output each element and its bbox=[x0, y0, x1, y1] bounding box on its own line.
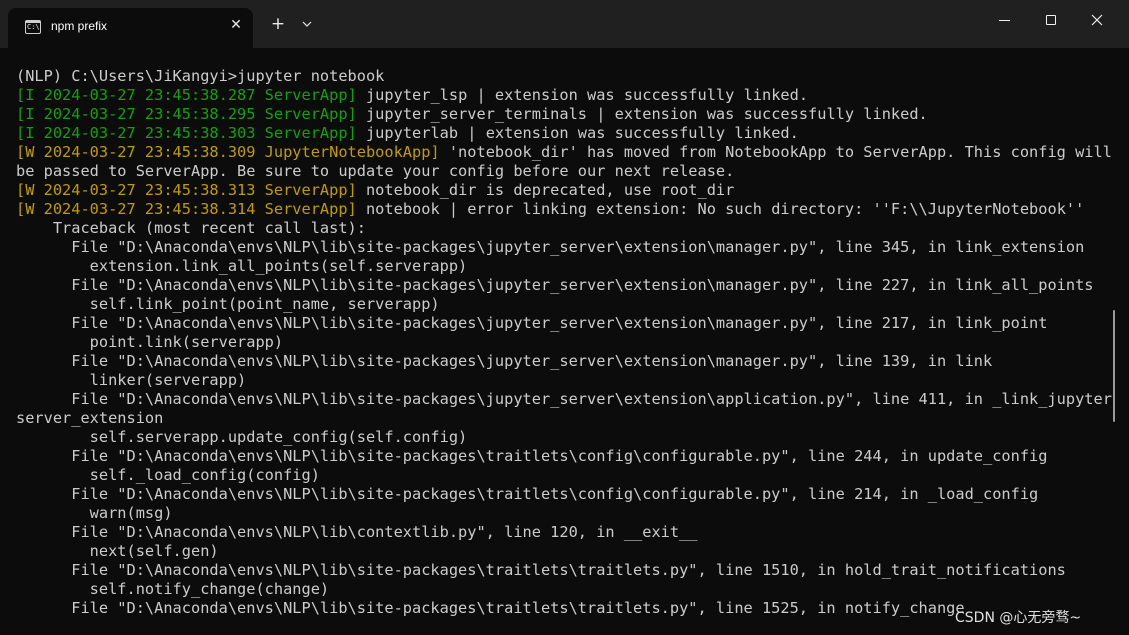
log-message: 'notebook_dir' has moved from NotebookAp… bbox=[439, 143, 1112, 161]
terminal-line: (NLP) C:\Users\JiKangyi>jupyter notebook bbox=[16, 67, 385, 85]
minimize-icon bbox=[999, 20, 1010, 21]
log-prefix: [W 2024-03-27 23:45:38.313 ServerApp] bbox=[16, 181, 357, 199]
title-bar: C:\ npm prefix ✕ + bbox=[0, 0, 1129, 48]
terminal-line: File "D:\Anaconda\envs\NLP\lib\site-pack… bbox=[16, 485, 1039, 503]
tab-npm-prefix[interactable]: C:\ npm prefix ✕ bbox=[8, 8, 253, 48]
terminal-line: [I 2024-03-27 23:45:38.295 ServerApp] ju… bbox=[16, 105, 1112, 124]
log-message: notebook_dir is deprecated, use root_dir bbox=[356, 181, 735, 199]
terminal-line: self._load_config(config) bbox=[16, 466, 320, 484]
log-prefix: [W 2024-03-27 23:45:38.314 ServerApp] bbox=[16, 200, 357, 218]
terminal-line: next(self.gen) bbox=[16, 542, 219, 560]
terminal-line: File "D:\Anaconda\envs\NLP\lib\site-pack… bbox=[16, 390, 1112, 408]
terminal-line: File "D:\Anaconda\envs\NLP\lib\site-pack… bbox=[16, 561, 1066, 579]
terminal-line: [W 2024-03-27 23:45:38.309 JupyterNotebo… bbox=[16, 143, 1112, 162]
terminal-line: File "D:\Anaconda\envs\NLP\lib\site-pack… bbox=[16, 447, 1048, 465]
terminal-line: be passed to ServerApp. Be sure to updat… bbox=[16, 162, 735, 180]
new-tab-button[interactable]: + bbox=[268, 14, 288, 34]
terminal-line: [W 2024-03-27 23:45:38.314 ServerApp] no… bbox=[16, 200, 1112, 219]
log-message: notebook | error linking extension: No s… bbox=[356, 200, 1085, 218]
terminal-line: server_extension bbox=[16, 409, 164, 427]
terminal-line: File "D:\Anaconda\envs\NLP\lib\contextli… bbox=[16, 523, 698, 541]
close-window-button[interactable] bbox=[1074, 0, 1120, 40]
log-prefix: [I 2024-03-27 23:45:38.295 ServerApp] bbox=[16, 105, 357, 123]
chevron-down-icon[interactable] bbox=[298, 14, 316, 34]
terminal-line: [I 2024-03-27 23:45:38.303 ServerApp] ju… bbox=[16, 124, 1112, 143]
terminal-line: point.link(serverapp) bbox=[16, 333, 284, 351]
terminal-line: [I 2024-03-27 23:45:38.287 ServerApp] ju… bbox=[16, 86, 1112, 105]
terminal-line: self.notify_change(change) bbox=[16, 580, 330, 598]
watermark: CSDN @心无旁骛~ bbox=[955, 610, 1082, 626]
terminal-line: File "D:\Anaconda\envs\NLP\lib\site-pack… bbox=[16, 276, 1094, 294]
maximize-button[interactable] bbox=[1028, 0, 1074, 40]
terminal-line: extension.link_all_points(self.serverapp… bbox=[16, 257, 468, 275]
terminal-line: self.serverapp.update_config(self.config… bbox=[16, 428, 468, 446]
terminal-line: File "D:\Anaconda\envs\NLP\lib\site-pack… bbox=[16, 599, 965, 617]
terminal-line: File "D:\Anaconda\envs\NLP\lib\site-pack… bbox=[16, 314, 1048, 332]
scrollbar[interactable] bbox=[1113, 310, 1115, 422]
terminal-line: File "D:\Anaconda\envs\NLP\lib\site-pack… bbox=[16, 238, 1085, 256]
close-tab-icon[interactable]: ✕ bbox=[228, 17, 244, 33]
tab-title: npm prefix bbox=[51, 19, 108, 33]
terminal-line: [W 2024-03-27 23:45:38.313 ServerApp] no… bbox=[16, 181, 1112, 200]
terminal-output[interactable]: (NLP) C:\Users\JiKangyi>jupyter notebook… bbox=[16, 67, 1112, 635]
minimize-button[interactable] bbox=[982, 0, 1028, 40]
terminal-line: File "D:\Anaconda\envs\NLP\lib\site-pack… bbox=[16, 352, 993, 370]
terminal-icon: C:\ bbox=[25, 20, 41, 34]
log-prefix: [W 2024-03-27 23:45:38.309 JupyterNotebo… bbox=[16, 143, 440, 161]
log-message: jupyterlab | extension was successfully … bbox=[356, 124, 799, 142]
terminal-line: linker(serverapp) bbox=[16, 371, 247, 389]
log-prefix: [I 2024-03-27 23:45:38.287 ServerApp] bbox=[16, 86, 357, 104]
log-prefix: [I 2024-03-27 23:45:38.303 ServerApp] bbox=[16, 124, 357, 142]
log-message: jupyter_lsp | extension was successfully… bbox=[356, 86, 809, 104]
close-icon bbox=[1091, 14, 1103, 26]
log-message: jupyter_server_terminals | extension was… bbox=[356, 105, 928, 123]
terminal-window: C:\ npm prefix ✕ + (NLP) C:\Users\JiKang… bbox=[0, 0, 1129, 635]
terminal-line: warn(msg) bbox=[16, 504, 173, 522]
terminal-line: Traceback (most recent call last): bbox=[16, 219, 366, 237]
terminal-line: self.link_point(point_name, serverapp) bbox=[16, 295, 440, 313]
maximize-icon bbox=[1046, 15, 1056, 25]
